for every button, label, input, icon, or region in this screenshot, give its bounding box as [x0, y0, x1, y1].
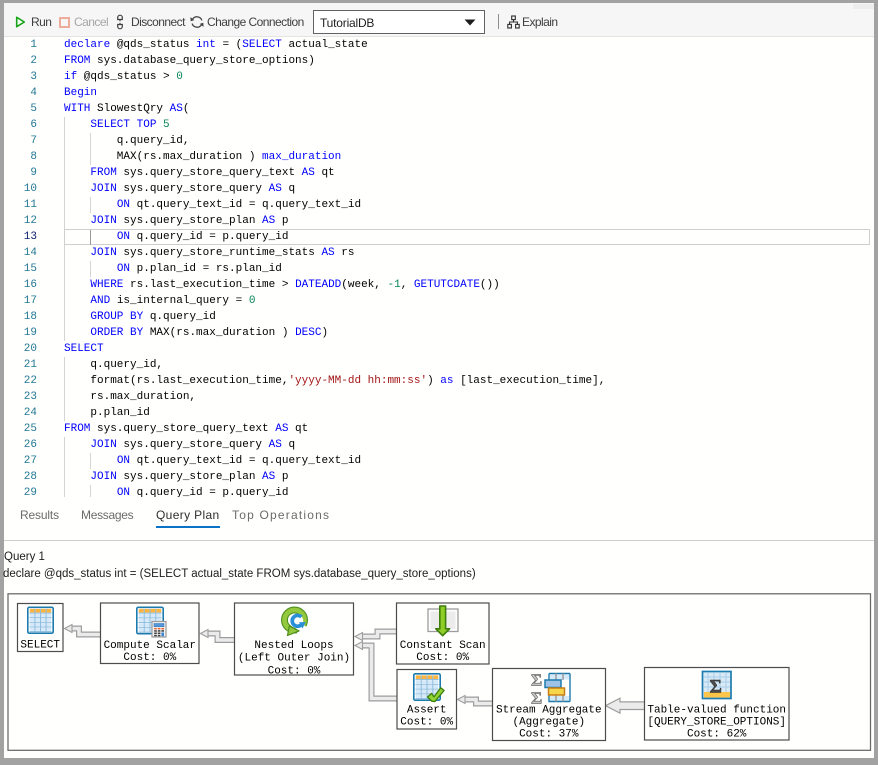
svg-text:Assert: Assert: [407, 705, 447, 717]
svg-text:(Left Outer Join): (Left Outer Join): [238, 653, 350, 665]
svg-text:Constant Scan: Constant Scan: [400, 640, 486, 652]
svg-text:SELECT: SELECT: [20, 640, 60, 652]
svg-text:(Aggregate): (Aggregate): [512, 716, 585, 728]
svg-text:Table-valued function: Table-valued function: [647, 704, 786, 716]
svg-text:Stream Aggregate: Stream Aggregate: [496, 704, 602, 716]
svg-text:Cost: 37%: Cost: 37%: [519, 729, 579, 741]
svg-text:Σ: Σ: [531, 671, 542, 690]
svg-text:Cost: 0%: Cost: 0%: [268, 665, 321, 677]
svg-text:Cost: 0%: Cost: 0%: [123, 652, 176, 664]
svg-text:Σ: Σ: [710, 677, 722, 698]
svg-text:Cost: 0%: Cost: 0%: [400, 717, 453, 729]
svg-text:Nested Loops: Nested Loops: [254, 640, 333, 652]
svg-text:Cost: 62%: Cost: 62%: [687, 729, 747, 741]
svg-text:Compute Scalar: Compute Scalar: [104, 640, 196, 652]
svg-text:Cost: 0%: Cost: 0%: [416, 652, 469, 664]
svg-text:[QUERY_STORE_OPTIONS]: [QUERY_STORE_OPTIONS]: [647, 716, 786, 728]
